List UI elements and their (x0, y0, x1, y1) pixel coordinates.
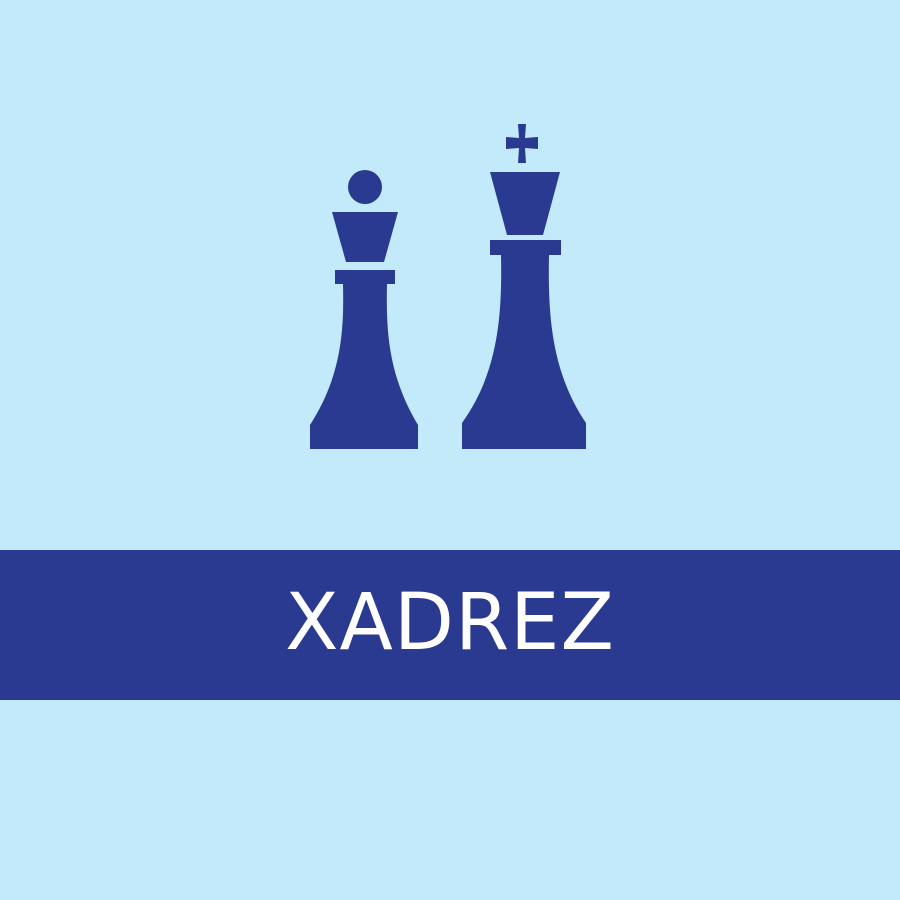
title-banner: XADREZ (0, 550, 900, 700)
banner-title: XADREZ (285, 578, 615, 668)
chess-pieces-illustration (310, 124, 586, 449)
chess-queen-icon (310, 170, 418, 449)
chess-king-icon (462, 124, 586, 449)
